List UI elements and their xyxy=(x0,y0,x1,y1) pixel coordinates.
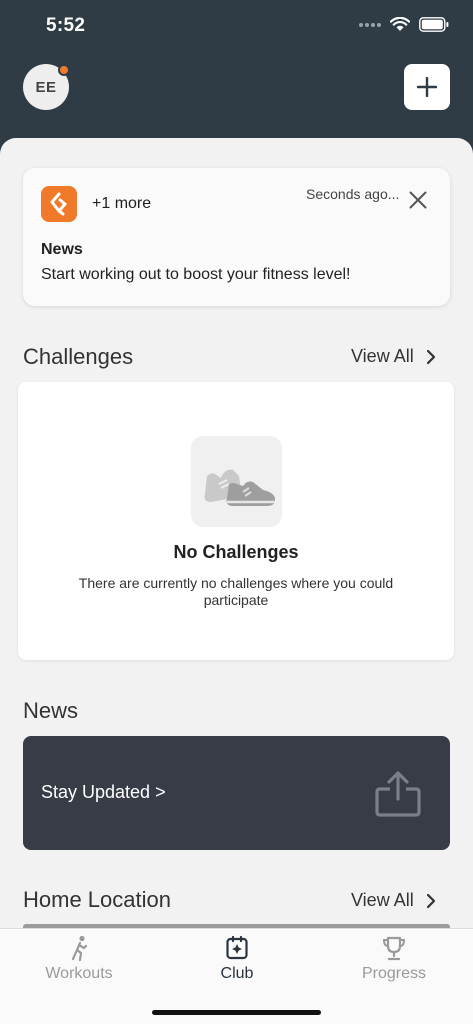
notification-more: +1 more xyxy=(92,195,152,212)
home-location-title: Home Location xyxy=(23,887,171,912)
empty-state-description: There are currently no challenges where … xyxy=(78,575,394,608)
stay-updated-label: Stay Updated > xyxy=(41,782,166,802)
news-section-title: News xyxy=(23,698,79,723)
empty-state-title: No Challenges xyxy=(173,542,299,562)
status-icons xyxy=(359,17,449,32)
battery-icon xyxy=(419,17,449,32)
challenges-view-all[interactable]: View All xyxy=(351,346,436,367)
chevron-right-icon xyxy=(426,893,435,908)
challenges-card: No Challenges There are currently no cha… xyxy=(18,382,454,660)
notification-title: News xyxy=(41,241,83,258)
tab-label-workouts: Workouts xyxy=(45,965,113,982)
tab-workouts[interactable]: Workouts xyxy=(0,935,158,995)
tab-label-club: Club xyxy=(220,965,254,982)
tab-club[interactable]: Club xyxy=(158,935,316,995)
main-content[interactable]: +1 more Seconds ago... News Start workin… xyxy=(0,138,473,928)
header: EE xyxy=(0,52,473,142)
tab-label-progress: Progress xyxy=(361,965,427,982)
tab-bar: Workouts Club Progress xyxy=(0,928,473,1024)
status-time: 5:52 xyxy=(46,15,86,36)
avatar-initials: EE xyxy=(35,78,57,96)
workout-figure-icon xyxy=(71,935,88,961)
club-icon xyxy=(226,935,248,960)
home-indicator[interactable] xyxy=(152,1010,321,1015)
avatar[interactable]: EE xyxy=(23,64,70,110)
home-location-view-all[interactable]: View All xyxy=(351,890,436,911)
chevron-right-icon xyxy=(426,349,435,364)
wifi-icon xyxy=(390,17,410,31)
notification-time: Seconds ago... xyxy=(306,186,400,202)
stay-updated-card[interactable]: Stay Updated > xyxy=(23,736,450,850)
notification-dot xyxy=(58,64,70,76)
sneakers-icon xyxy=(191,436,282,527)
notification-card[interactable]: +1 more Seconds ago... News Start workin… xyxy=(23,168,450,306)
trophy-icon xyxy=(382,936,406,961)
notification-body: Start working out to boost your fitness … xyxy=(41,266,351,283)
view-all-label: View All xyxy=(351,890,414,910)
close-icon[interactable] xyxy=(406,188,430,212)
share-icon xyxy=(375,771,421,817)
add-button[interactable] xyxy=(404,64,450,110)
plus-icon xyxy=(417,77,437,97)
challenges-title: Challenges xyxy=(23,344,134,369)
app-logo-icon xyxy=(41,186,77,222)
status-bar: 5:52 xyxy=(0,0,473,52)
tab-progress[interactable]: Progress xyxy=(315,935,473,995)
view-all-label: View All xyxy=(351,346,414,366)
signal-icon xyxy=(359,22,381,27)
